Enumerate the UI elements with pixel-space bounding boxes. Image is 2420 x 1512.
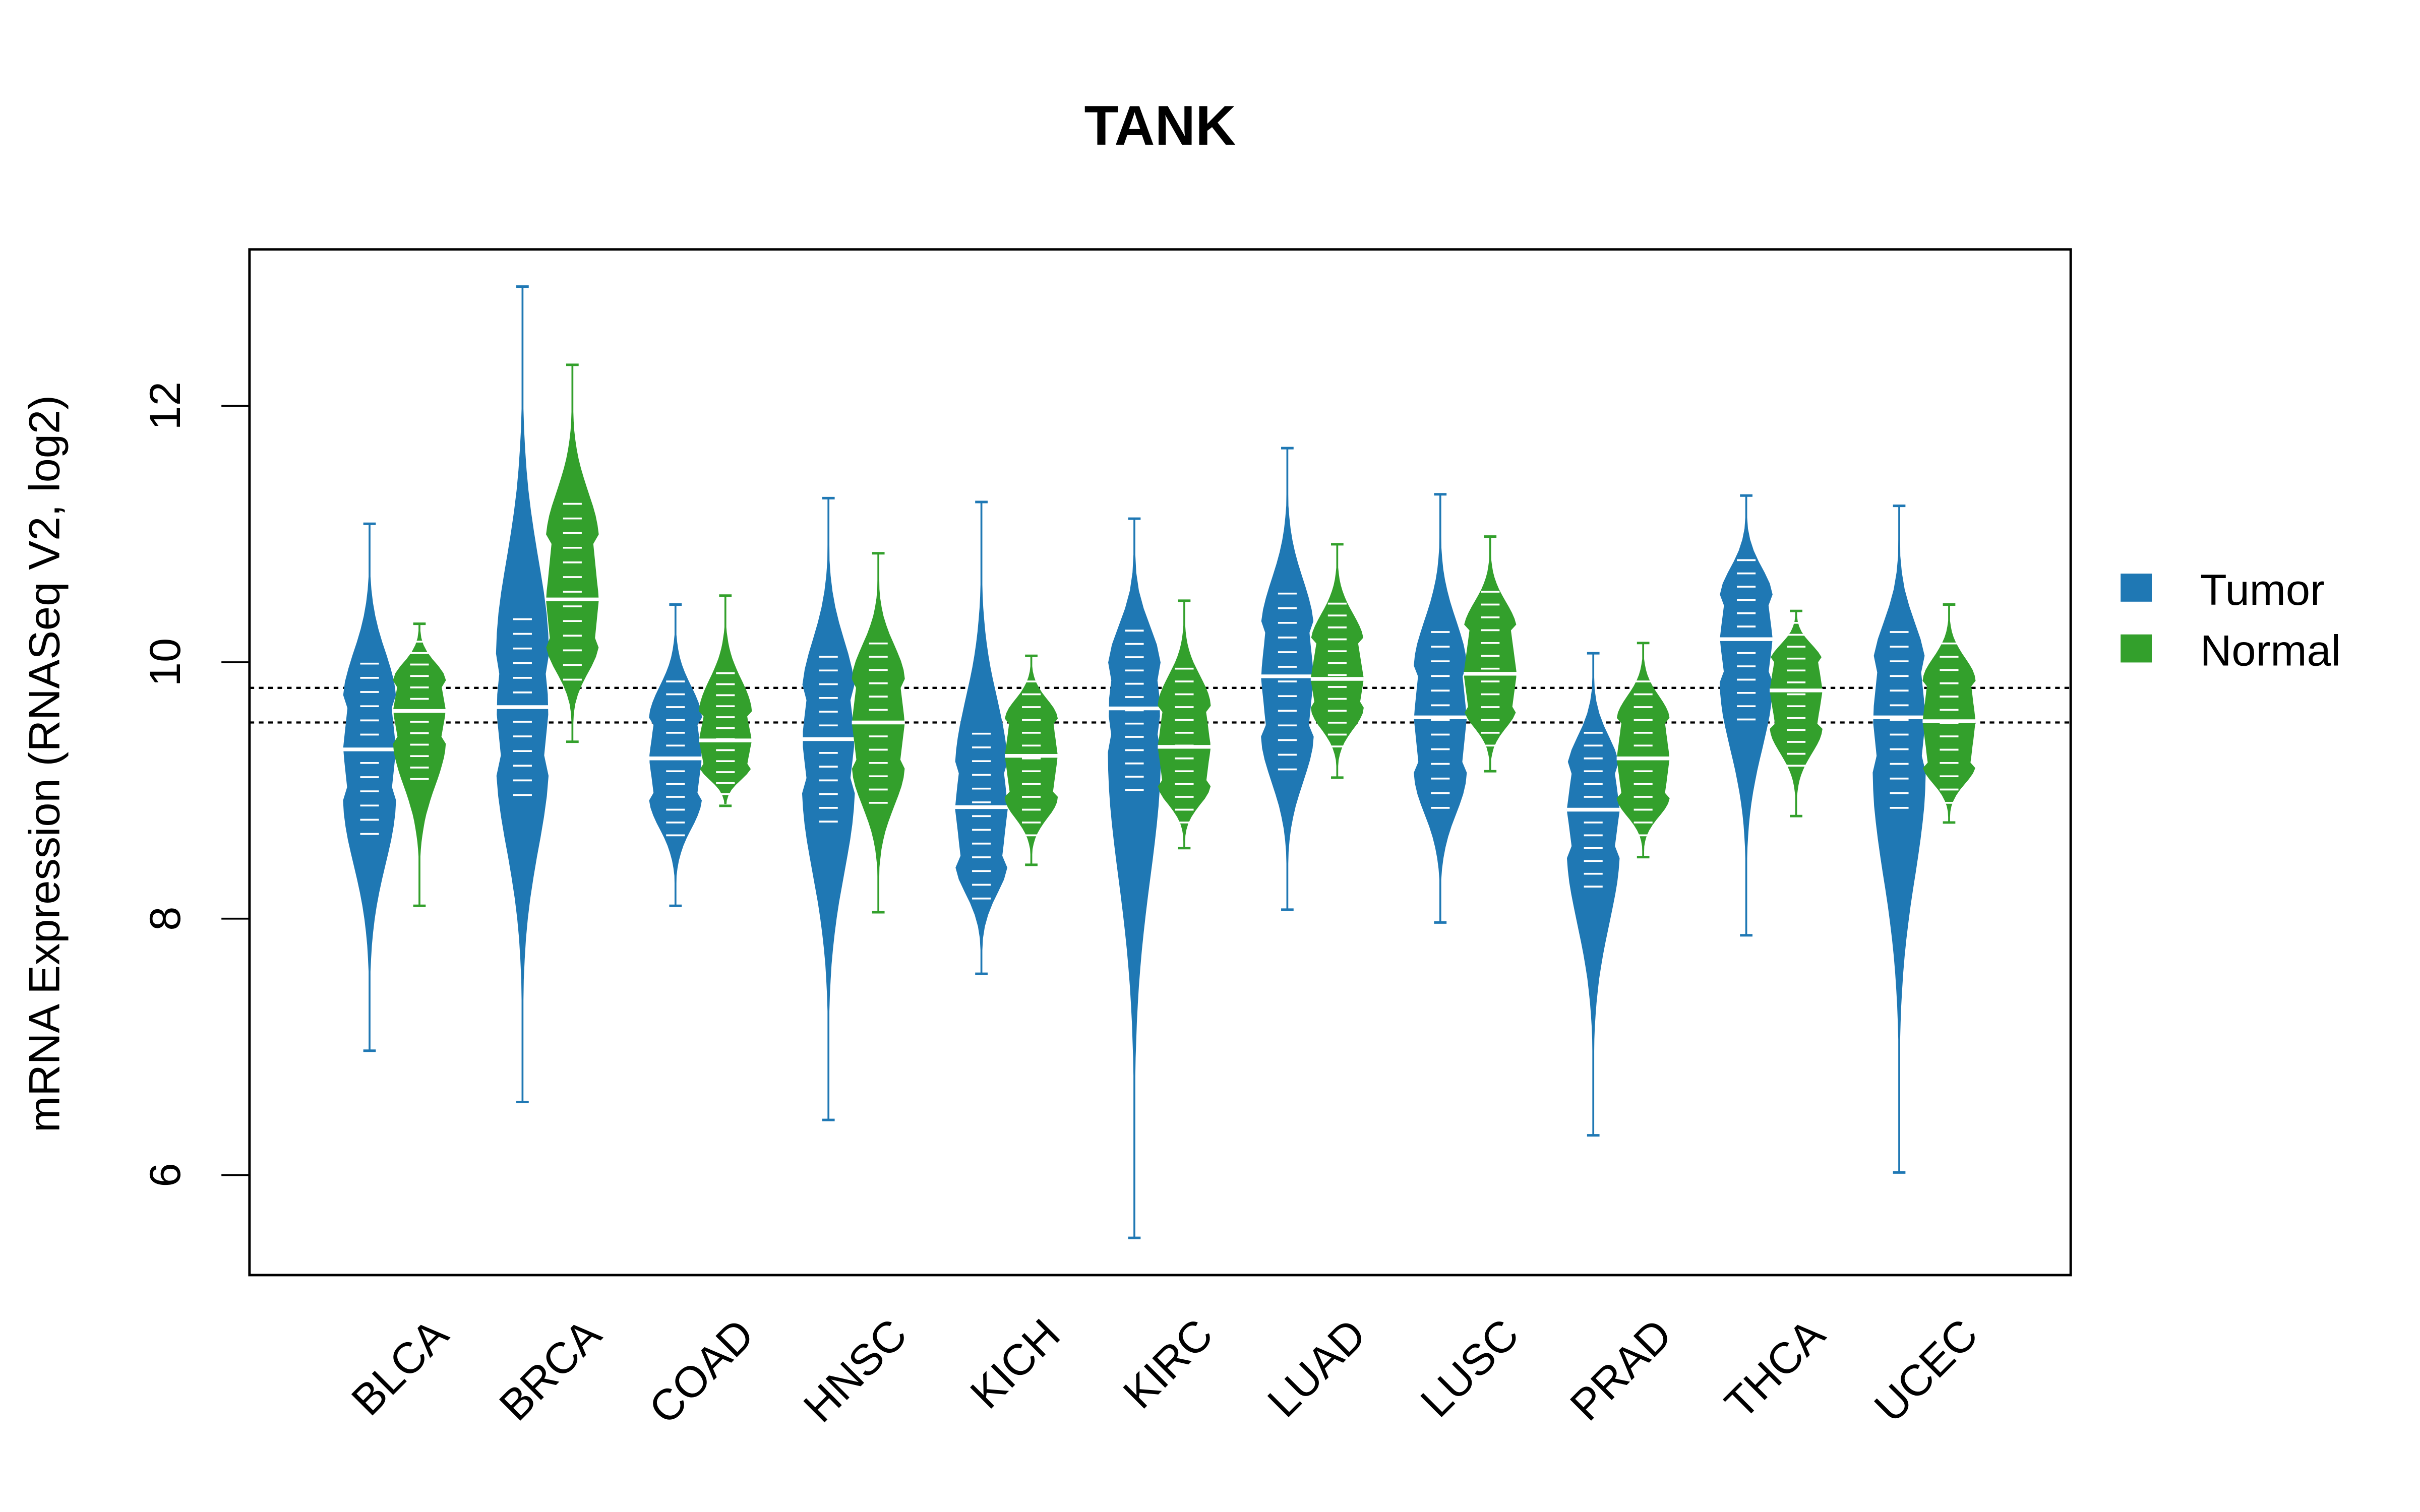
violin-tumor-brca — [496, 286, 549, 1102]
violin-tumor-blca — [343, 524, 396, 1051]
legend: Tumor Normal — [2121, 566, 2341, 675]
violin-tumor-luad — [1261, 448, 1314, 910]
x-tick-label: UCEC — [1865, 1310, 1987, 1431]
x-tick-label: THCA — [1716, 1310, 1834, 1428]
violin-normal-blca — [393, 623, 446, 906]
plot-area — [249, 285, 2071, 1239]
y-axis: 6 8 10 12 — [141, 382, 250, 1187]
violin-normal-prad — [1616, 643, 1670, 857]
x-tick-label: KIRC — [1114, 1310, 1222, 1418]
legend-label-normal: Normal — [2200, 627, 2341, 675]
x-tick-label: KICH — [961, 1310, 1069, 1418]
legend-label-tumor: Tumor — [2200, 566, 2325, 614]
violin-normal-lusc — [1464, 536, 1517, 772]
violin-tumor-kich — [955, 501, 1008, 974]
violin-tumor-coad — [649, 604, 702, 906]
violin-normal-luad — [1310, 544, 1364, 778]
x-tick-label: LUSC — [1412, 1310, 1528, 1426]
y-tick-label: 6 — [141, 1163, 190, 1187]
y-tick-label: 8 — [141, 907, 190, 931]
legend-swatch-tumor — [2121, 574, 2152, 602]
x-tick-label: LUAD — [1258, 1310, 1375, 1426]
violin-normal-coad — [699, 595, 752, 806]
chart: TANK mRNA Expression (RNASeq V2, log2) 6… — [21, 94, 2341, 1433]
y-axis-label: mRNA Expression (RNASeq V2, log2) — [21, 395, 69, 1132]
violin-normal-kirc — [1158, 600, 1211, 848]
chart-title: TANK — [1084, 94, 1236, 157]
x-tick-label: PRAD — [1561, 1310, 1681, 1430]
y-tick-label: 12 — [141, 382, 190, 430]
violin-normal-kich — [1004, 656, 1058, 865]
violin-tumor-prad — [1566, 653, 1620, 1136]
x-axis: BLCA BRCA COAD HNSC KICH KIRC LUAD LUSC PRAD THCA… — [342, 1310, 1987, 1433]
x-tick-label: COAD — [640, 1310, 763, 1433]
violin-normal-brca — [546, 364, 599, 742]
violin-normal-thca — [1770, 611, 1823, 816]
y-tick-label: 10 — [141, 638, 190, 686]
violin-tumor-hnsc — [802, 498, 855, 1120]
violin-tumor-ucec — [1872, 506, 1926, 1173]
legend-swatch-normal — [2121, 634, 2152, 663]
violin-tumor-lusc — [1414, 494, 1467, 923]
violin-normal-hnsc — [852, 553, 905, 912]
x-tick-label: BLCA — [342, 1310, 457, 1425]
x-tick-label: HNSC — [795, 1310, 916, 1431]
x-tick-label: BRCA — [491, 1310, 611, 1430]
violin-tumor-thca — [1720, 495, 1773, 935]
violin-tumor-kirc — [1108, 518, 1161, 1238]
